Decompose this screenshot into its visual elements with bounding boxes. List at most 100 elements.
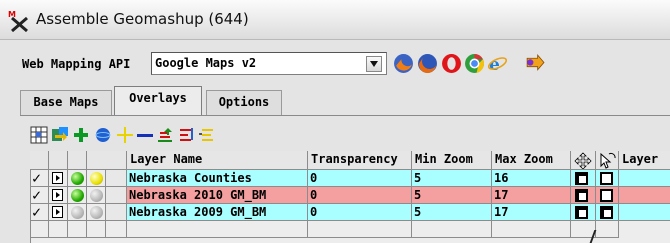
layer-name-cell[interactable]: Nebraska 2010 GM_BM xyxy=(127,187,308,204)
chevron-down-icon[interactable] xyxy=(366,56,382,72)
globe-icon[interactable] xyxy=(94,126,112,144)
header-loaded xyxy=(87,151,127,170)
tab-divider xyxy=(20,115,670,116)
pan-toggle[interactable] xyxy=(571,187,596,204)
empty-cell xyxy=(87,221,106,238)
header-max-zoom[interactable]: Max Zoom xyxy=(492,151,571,170)
select-toggle[interactable] xyxy=(596,170,619,187)
header-pan-icon xyxy=(571,151,596,170)
layer-cell[interactable] xyxy=(619,170,670,187)
min-zoom-cell[interactable]: 5 xyxy=(412,187,492,204)
pan-checked-icon xyxy=(575,189,588,202)
empty-cell xyxy=(30,221,49,238)
pan-toggle[interactable] xyxy=(571,170,596,187)
internet-explorer-icon[interactable]: e xyxy=(487,53,508,74)
spacer-cell xyxy=(106,170,127,187)
empty-cell xyxy=(596,221,619,238)
move-down-icon[interactable] xyxy=(198,126,216,144)
header-layer-name[interactable]: Layer Name xyxy=(127,151,308,170)
transparency-cell[interactable]: 0 xyxy=(308,187,412,204)
empty-table-row[interactable] xyxy=(30,221,670,238)
layer-cell[interactable] xyxy=(619,204,670,221)
spacer-cell xyxy=(106,187,127,204)
visible-checkbox[interactable]: ✓ xyxy=(30,170,49,187)
play-icon xyxy=(52,172,63,184)
layer-name-cell[interactable]: Nebraska Counties xyxy=(127,170,308,187)
tab-options[interactable]: Options xyxy=(206,90,282,115)
min-zoom-cell[interactable]: 5 xyxy=(412,170,492,187)
max-zoom-cell[interactable]: 17 xyxy=(492,187,571,204)
firefox-icon[interactable] xyxy=(393,53,414,74)
svg-text:M: M xyxy=(8,10,16,19)
play-icon xyxy=(52,206,63,218)
spacer-cell xyxy=(106,204,127,221)
expand-button[interactable] xyxy=(49,204,68,221)
tab-base-maps[interactable]: Base Maps xyxy=(20,90,112,115)
table-row[interactable]: ✓ Nebraska 2010 GM_BM 0 5 17 xyxy=(30,187,670,204)
remove-icon[interactable] xyxy=(136,126,154,144)
layer-name-cell[interactable]: Nebraska 2009 GM_BM xyxy=(127,204,308,221)
status-green-icon xyxy=(71,189,84,202)
select-unchecked-icon xyxy=(600,172,613,185)
status-cell xyxy=(68,170,87,187)
select-checked-icon xyxy=(600,206,613,219)
move-up-icon[interactable] xyxy=(156,126,174,144)
api-label: Web Mapping API xyxy=(22,57,131,71)
transparency-cell[interactable]: 0 xyxy=(308,170,412,187)
empty-cell xyxy=(492,221,571,238)
loaded-cell xyxy=(87,187,106,204)
loaded-cell xyxy=(87,170,106,187)
title-bar[interactable]: M Assemble Geomashup (644) xyxy=(0,0,670,40)
table-row[interactable]: ✓ Nebraska Counties 0 5 16 xyxy=(30,170,670,187)
opera-icon[interactable] xyxy=(441,53,462,74)
header-transparency[interactable]: Transparency xyxy=(308,151,412,170)
select-unchecked-icon xyxy=(600,189,613,202)
play-icon xyxy=(52,189,63,201)
geomashup-app-icon: M xyxy=(8,10,28,32)
tab-overlays[interactable]: Overlays xyxy=(114,86,202,116)
pan-checked-icon xyxy=(575,172,588,185)
status-gray-icon xyxy=(90,189,103,202)
firefox-globe-icon[interactable] xyxy=(417,53,438,74)
status-gray-icon xyxy=(90,206,103,219)
status-gray-icon xyxy=(71,206,84,219)
geomashup-window: M Assemble Geomashup (644) Web Mapping A… xyxy=(0,0,670,243)
max-zoom-cell[interactable]: 17 xyxy=(492,204,571,221)
add-layer-icon[interactable] xyxy=(72,126,90,144)
export-arrow-icon[interactable] xyxy=(524,53,545,74)
window-title: Assemble Geomashup (644) xyxy=(36,10,249,28)
chrome-icon[interactable] xyxy=(464,53,485,74)
grid-icon[interactable] xyxy=(30,126,48,144)
select-toggle[interactable] xyxy=(596,187,619,204)
loaded-cell xyxy=(87,204,106,221)
empty-cell xyxy=(412,221,492,238)
status-cell xyxy=(68,187,87,204)
api-select[interactable]: Google Maps v2 xyxy=(151,52,387,75)
add-icon[interactable] xyxy=(116,126,134,144)
sort-icon[interactable] xyxy=(177,126,195,144)
select-toggle[interactable] xyxy=(596,204,619,221)
pan-checked-icon xyxy=(575,206,588,219)
empty-cell xyxy=(308,221,412,238)
header-min-zoom[interactable]: Min Zoom xyxy=(412,151,492,170)
table-row[interactable]: ✓ Nebraska 2009 GM_BM 0 5 17 xyxy=(30,204,670,221)
expand-button[interactable] xyxy=(49,170,68,187)
layer-cell[interactable] xyxy=(619,187,670,204)
empty-cell xyxy=(127,221,308,238)
visible-checkbox[interactable]: ✓ xyxy=(30,187,49,204)
visible-checkbox[interactable]: ✓ xyxy=(30,204,49,221)
import-icon[interactable] xyxy=(51,126,69,144)
expand-button[interactable] xyxy=(49,187,68,204)
transparency-cell[interactable]: 0 xyxy=(308,204,412,221)
header-status xyxy=(68,151,87,170)
api-selected-value: Google Maps v2 xyxy=(155,56,257,70)
header-layer[interactable]: Layer xyxy=(619,151,670,170)
header-expand xyxy=(49,151,68,170)
pan-toggle[interactable] xyxy=(571,204,596,221)
header-select-icon xyxy=(596,151,619,170)
status-yellow-icon xyxy=(90,172,103,185)
min-zoom-cell[interactable]: 5 xyxy=(412,204,492,221)
max-zoom-cell[interactable]: 16 xyxy=(492,170,571,187)
header-visible xyxy=(30,151,49,170)
empty-cell xyxy=(106,221,127,238)
